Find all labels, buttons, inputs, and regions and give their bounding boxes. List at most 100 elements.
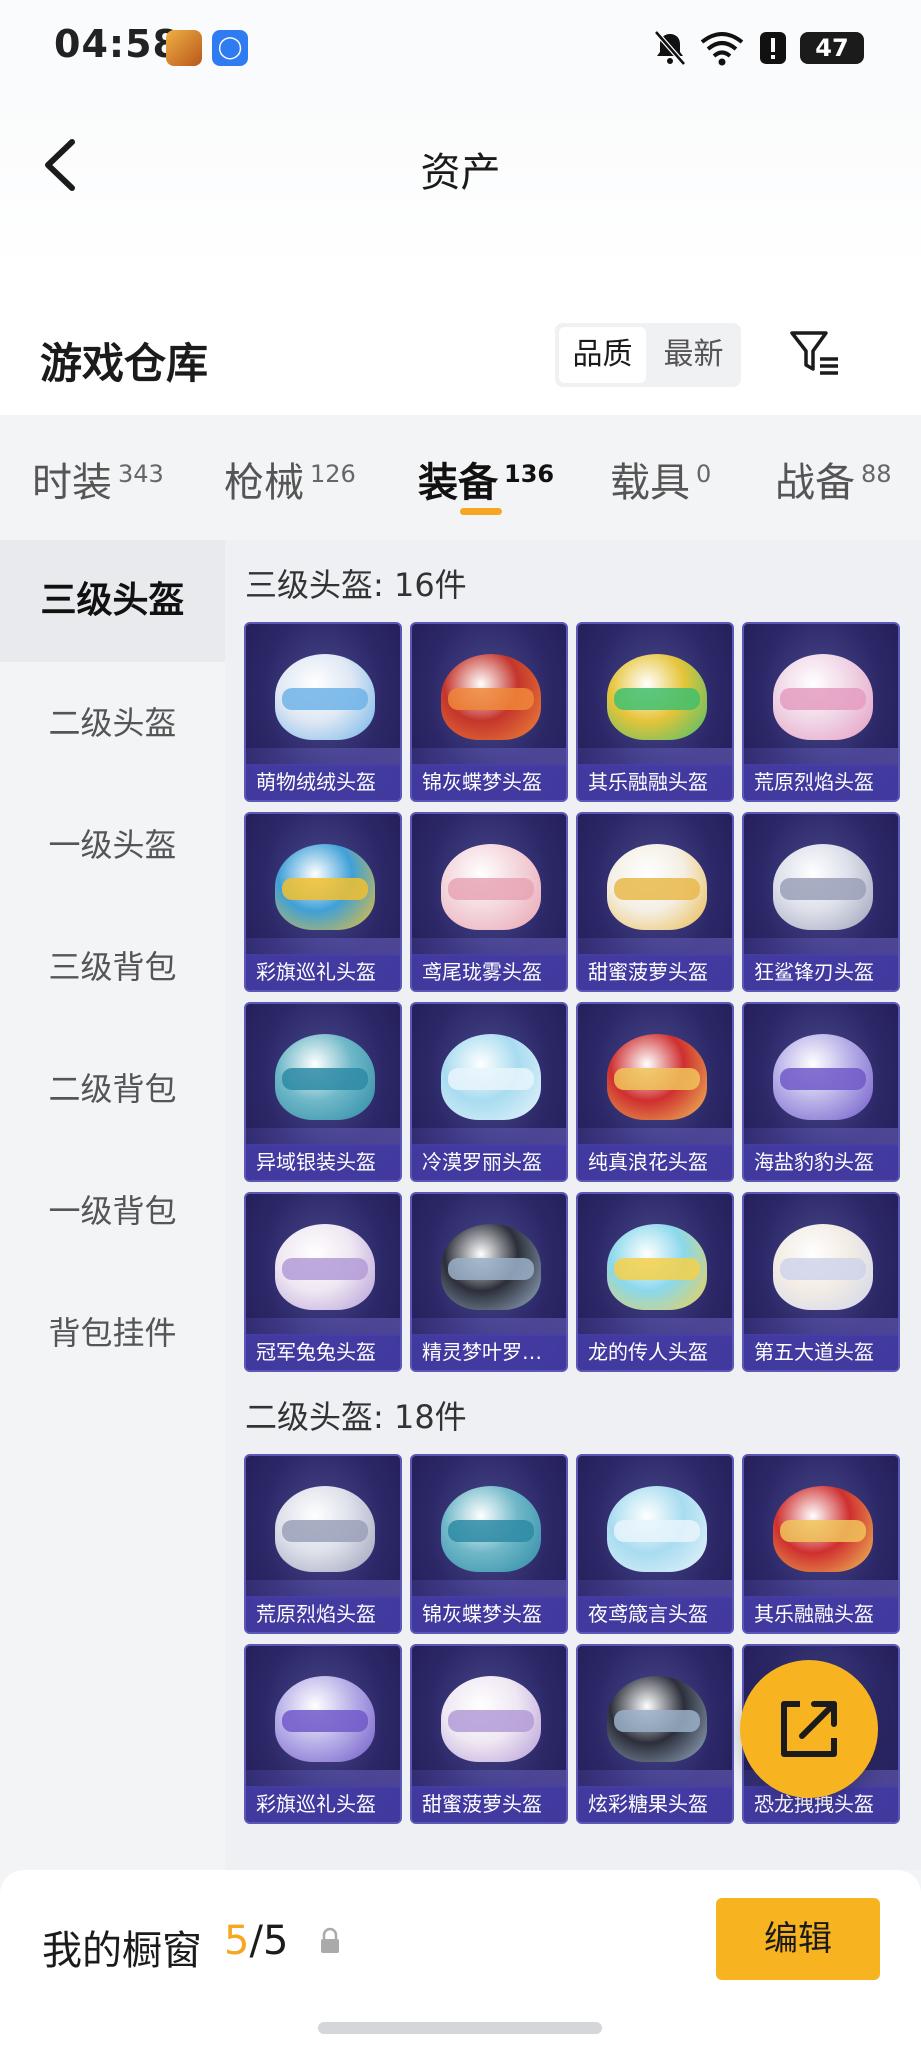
helmet-name: 萌物绒绒头盔 [246, 764, 400, 800]
page-title: 资产 [420, 150, 501, 196]
helmet-card[interactable]: 鸢尾珑雾头盔 [410, 812, 568, 992]
sidebar-item-backpack-charm[interactable]: 背包挂件 [0, 1272, 225, 1394]
tab-count: 136 [504, 460, 555, 488]
sidebar-item-level1-helmet[interactable]: 一级头盔 [0, 784, 225, 906]
helmet-card[interactable]: 彩旗巡礼头盔 [244, 812, 402, 992]
helmet-visor [614, 1258, 700, 1280]
sort-quality-button[interactable]: 品质 [559, 327, 646, 383]
helmet-card[interactable]: 第五大道头盔 [742, 1192, 900, 1372]
tab-count: 0 [696, 460, 712, 488]
helmet-card[interactable]: 纯真浪花头盔 [576, 1002, 734, 1182]
tab-label: 装备 [418, 460, 498, 506]
helmet-card[interactable]: 冠军兔兔头盔 [244, 1192, 402, 1372]
warehouse-title: 游戏仓库 [40, 339, 209, 388]
helmet-card[interactable]: 甜蜜菠萝头盔 [576, 812, 734, 992]
helmet-name: 荒原烈焰头盔 [744, 764, 898, 800]
helmet-name: 荒原烈焰头盔 [246, 1596, 400, 1632]
helmet-visor [448, 1710, 534, 1732]
helmet-visor [614, 1520, 700, 1542]
status-bar: 04:58 ◯ 47 [0, 0, 921, 100]
helmet-card[interactable]: 甜蜜菠萝头盔 [410, 1644, 568, 1824]
battery-indicator: 47 [800, 32, 864, 64]
section-title: 二级头盔: 18件 [245, 1398, 467, 1436]
tab-count: 343 [118, 460, 164, 488]
helmet-card[interactable]: 彩旗巡礼头盔 [244, 1644, 402, 1824]
helmet-card[interactable]: 荒原烈焰头盔 [742, 622, 900, 802]
helmet-visor [282, 688, 368, 710]
lock-icon [321, 1927, 339, 1953]
helmet-name: 彩旗巡礼头盔 [246, 954, 400, 990]
helmet-visor [282, 1710, 368, 1732]
helmet-card[interactable]: 其乐融融头盔 [742, 1454, 900, 1634]
helmet-name: 甜蜜菠萝头盔 [578, 954, 732, 990]
showcase-count-total: 5 [262, 1918, 289, 1964]
tab-vehicles[interactable]: 载具 0 [610, 450, 711, 508]
helmet-visor [448, 688, 534, 710]
helmet-card[interactable]: 炫彩糖果头盔 [576, 1644, 734, 1824]
helmet-card[interactable]: 锦灰蝶梦头盔 [410, 622, 568, 802]
sort-newest-button[interactable]: 最新 [650, 327, 737, 383]
helmet-card[interactable]: 精灵梦叶罗头盔 [410, 1192, 568, 1372]
tab-supplies[interactable]: 战备 88 [775, 450, 892, 508]
helmet-visor [614, 878, 700, 900]
game-app-icon [166, 30, 202, 66]
sidebar-item-level1-backpack[interactable]: 一级背包 [0, 1150, 225, 1272]
helmet-visor [282, 1068, 368, 1090]
helmet-card[interactable]: 其乐融融头盔 [576, 622, 734, 802]
helmet-card[interactable]: 锦灰蝶梦头盔 [410, 1454, 568, 1634]
helmet-card[interactable]: 冷漠罗丽头盔 [410, 1002, 568, 1182]
helmet-visor [448, 1520, 534, 1542]
showcase-count: 5/5 [224, 1918, 288, 1964]
tab-count: 88 [861, 460, 892, 488]
category-sidebar: 三级头盔 二级头盔 一级头盔 三级背包 二级背包 一级背包 背包挂件 [0, 540, 225, 1870]
showcase-label: 我的橱窗 [42, 1928, 202, 1974]
helmet-visor [780, 1068, 866, 1090]
helmet-name: 甜蜜菠萝头盔 [412, 1786, 566, 1822]
home-indicator[interactable] [318, 2022, 602, 2034]
helmet-name: 海盐豹豹头盔 [744, 1144, 898, 1180]
status-time: 04:58 [54, 22, 180, 66]
helmet-name: 第五大道头盔 [744, 1334, 898, 1370]
helmet-visor [282, 1520, 368, 1542]
tab-label: 战备 [775, 460, 855, 506]
helmet-name: 龙的传人头盔 [578, 1334, 732, 1370]
helmet-visor [448, 878, 534, 900]
helmet-card[interactable]: 异域银装头盔 [244, 1002, 402, 1182]
sidebar-item-level2-backpack[interactable]: 二级背包 [0, 1028, 225, 1150]
tab-label: 载具 [610, 460, 690, 506]
showcase-count-current: 5 [224, 1918, 250, 1964]
helmet-name: 其乐融融头盔 [578, 764, 732, 800]
edit-button[interactable]: 编辑 [716, 1898, 880, 1980]
tab-count: 126 [310, 460, 356, 488]
active-tab-indicator [460, 508, 502, 515]
share-external-icon [781, 1701, 837, 1757]
helmet-card[interactable]: 萌物绒绒头盔 [244, 622, 402, 802]
tab-equipment[interactable]: 装备 136 [418, 450, 554, 508]
sidebar-item-level2-helmet[interactable]: 二级头盔 [0, 662, 225, 784]
alert-icon [760, 32, 786, 64]
sort-toggle: 品质 最新 [555, 323, 741, 387]
wifi-icon [700, 32, 744, 66]
helmet-name: 精灵梦叶罗头盔 [412, 1334, 566, 1370]
share-button[interactable] [740, 1660, 878, 1798]
helmet-visor [448, 1258, 534, 1280]
helmet-visor [282, 878, 368, 900]
sidebar-item-level3-backpack[interactable]: 三级背包 [0, 906, 225, 1028]
tab-costume[interactable]: 时装 343 [32, 450, 164, 508]
helmet-name: 异域银装头盔 [246, 1144, 400, 1180]
helmet-visor [780, 1520, 866, 1542]
helmet-card[interactable]: 海盐豹豹头盔 [742, 1002, 900, 1182]
helmet-card[interactable]: 龙的传人头盔 [576, 1192, 734, 1372]
helmet-card[interactable]: 荒原烈焰头盔 [244, 1454, 402, 1634]
helmet-name: 其乐融融头盔 [744, 1596, 898, 1632]
helmet-name: 冷漠罗丽头盔 [412, 1144, 566, 1180]
tab-weapons[interactable]: 枪械 126 [224, 450, 356, 508]
helmet-card[interactable]: 夜鸢箴言头盔 [576, 1454, 734, 1634]
helmet-name: 锦灰蝶梦头盔 [412, 764, 566, 800]
filter-icon[interactable] [786, 325, 842, 381]
helmet-name: 纯真浪花头盔 [578, 1144, 732, 1180]
helmet-visor [448, 1068, 534, 1090]
helmet-card[interactable]: 狂鲨锋刃头盔 [742, 812, 900, 992]
sidebar-item-level3-helmet[interactable]: 三级头盔 [0, 540, 225, 662]
tab-label: 时装 [32, 460, 112, 506]
